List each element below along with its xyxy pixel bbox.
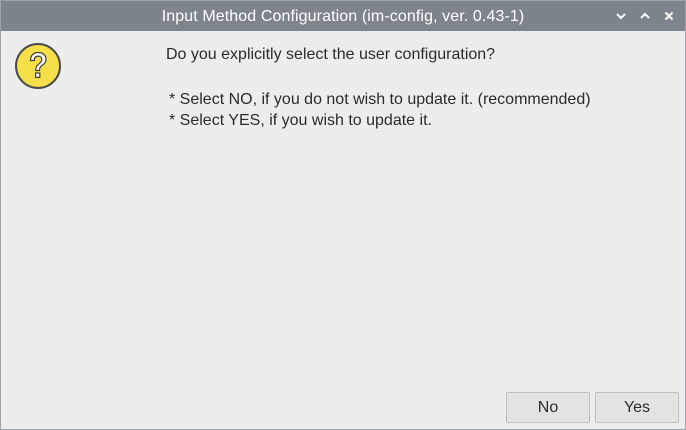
dialog-details: * Select NO, if you do not wish to updat… [169, 89, 591, 131]
detail-line-yes: * Select YES, if you wish to update it. [169, 112, 432, 129]
window-controls [611, 7, 679, 25]
chevron-up-icon [640, 12, 650, 19]
chevron-down-icon [616, 13, 626, 20]
no-button[interactable]: No [506, 392, 590, 423]
minimize-button[interactable] [611, 7, 631, 25]
dialog-question: Do you explicitly select the user config… [166, 46, 496, 63]
title-bar[interactable]: Input Method Configuration (im-config, v… [1, 1, 685, 31]
maximize-button[interactable] [635, 7, 655, 25]
question-icon [15, 43, 61, 89]
yes-button[interactable]: Yes [595, 392, 679, 423]
window-title: Input Method Configuration (im-config, v… [161, 8, 525, 25]
detail-line-no: * Select NO, if you do not wish to updat… [169, 91, 591, 108]
close-button[interactable] [659, 7, 679, 25]
dialog-window: Input Method Configuration (im-config, v… [0, 0, 686, 430]
dialog-content: Do you explicitly select the user config… [1, 31, 685, 429]
close-icon [664, 11, 674, 21]
